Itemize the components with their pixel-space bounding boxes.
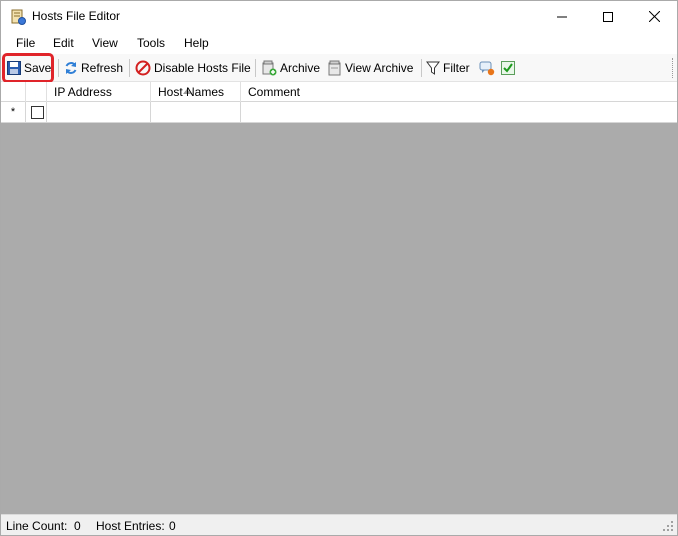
archive-add-icon [262,60,277,76]
archive-label: Archive [280,61,321,75]
resize-grip-icon[interactable] [662,520,674,532]
notify-button[interactable] [479,57,498,79]
close-button[interactable] [631,1,677,32]
comment-column-header[interactable]: Comment [241,82,677,102]
toolbar-separator [129,59,130,77]
app-window: Hosts File Editor File Edit View Tools H… [0,0,678,536]
toolbar-separator [58,59,59,77]
filter-icon [426,61,440,75]
comment-header-label: Comment [248,85,301,99]
maximize-button[interactable] [585,1,631,32]
view-archive-button[interactable]: View Archive [328,57,413,79]
minimize-icon [557,16,567,17]
host-names-cell[interactable] [151,102,241,123]
enabled-checkbox[interactable] [31,106,44,119]
minimize-button[interactable] [539,1,585,32]
grid-header: IP Address Host Names Comment [1,82,677,102]
filter-label: Filter [443,61,470,75]
validate-button[interactable] [501,57,518,79]
host-entries-label: Host Entries: [96,519,165,533]
disable-hosts-file-label: Disable Hosts File [154,61,251,75]
view-archive-label: View Archive [345,61,414,75]
enabled-column-header[interactable] [26,82,47,102]
line-count-value: 0 [74,519,81,533]
ip-address-header-label: IP Address [54,85,112,99]
ip-address-column-header[interactable]: IP Address [47,82,191,102]
row-header-column [1,82,26,102]
disable-icon [135,60,151,76]
toolbar-grip [672,58,674,78]
new-row-marker: * [1,102,26,123]
refresh-label: Refresh [81,61,124,75]
title-bar: Hosts File Editor [1,1,677,32]
line-count-label: Line Count: [6,519,68,533]
archive-icon [328,60,341,76]
toolbar-separator [255,59,256,77]
host-names-column-header[interactable]: Host Names [151,82,241,102]
notification-icon [479,61,495,76]
table-row-new[interactable]: * [1,102,677,123]
menu-bar: File Edit View Tools Help [1,32,677,54]
menu-view[interactable]: View [92,36,118,50]
close-icon [648,11,660,22]
filter-button[interactable]: Filter [426,57,470,79]
menu-edit[interactable]: Edit [53,36,74,50]
refresh-button[interactable]: Refresh [64,57,123,79]
app-icon [11,9,26,25]
menu-tools[interactable]: Tools [137,36,165,50]
refresh-icon [65,62,77,74]
enabled-cell[interactable] [26,102,47,123]
archive-button[interactable]: Archive [261,57,320,79]
menu-help[interactable]: Help [184,36,209,50]
save-highlight-box [2,53,54,83]
toolbar: Save Refresh Disable Hosts File Archive … [1,54,677,82]
host-names-header-label: Host Names [158,85,225,99]
disable-hosts-file-button[interactable]: Disable Hosts File [135,57,251,79]
menu-file[interactable]: File [16,36,35,50]
status-bar: Line Count: 0 Host Entries: 0 [1,514,677,535]
comment-cell[interactable] [241,102,677,123]
hosts-grid[interactable]: IP Address Host Names Comment * [1,82,677,514]
window-title: Hosts File Editor [32,9,121,23]
host-entries-value: 0 [169,519,176,533]
maximize-icon [603,11,613,22]
checkmark-icon [501,61,515,75]
toolbar-separator [421,59,422,77]
ip-address-cell[interactable] [47,102,151,123]
